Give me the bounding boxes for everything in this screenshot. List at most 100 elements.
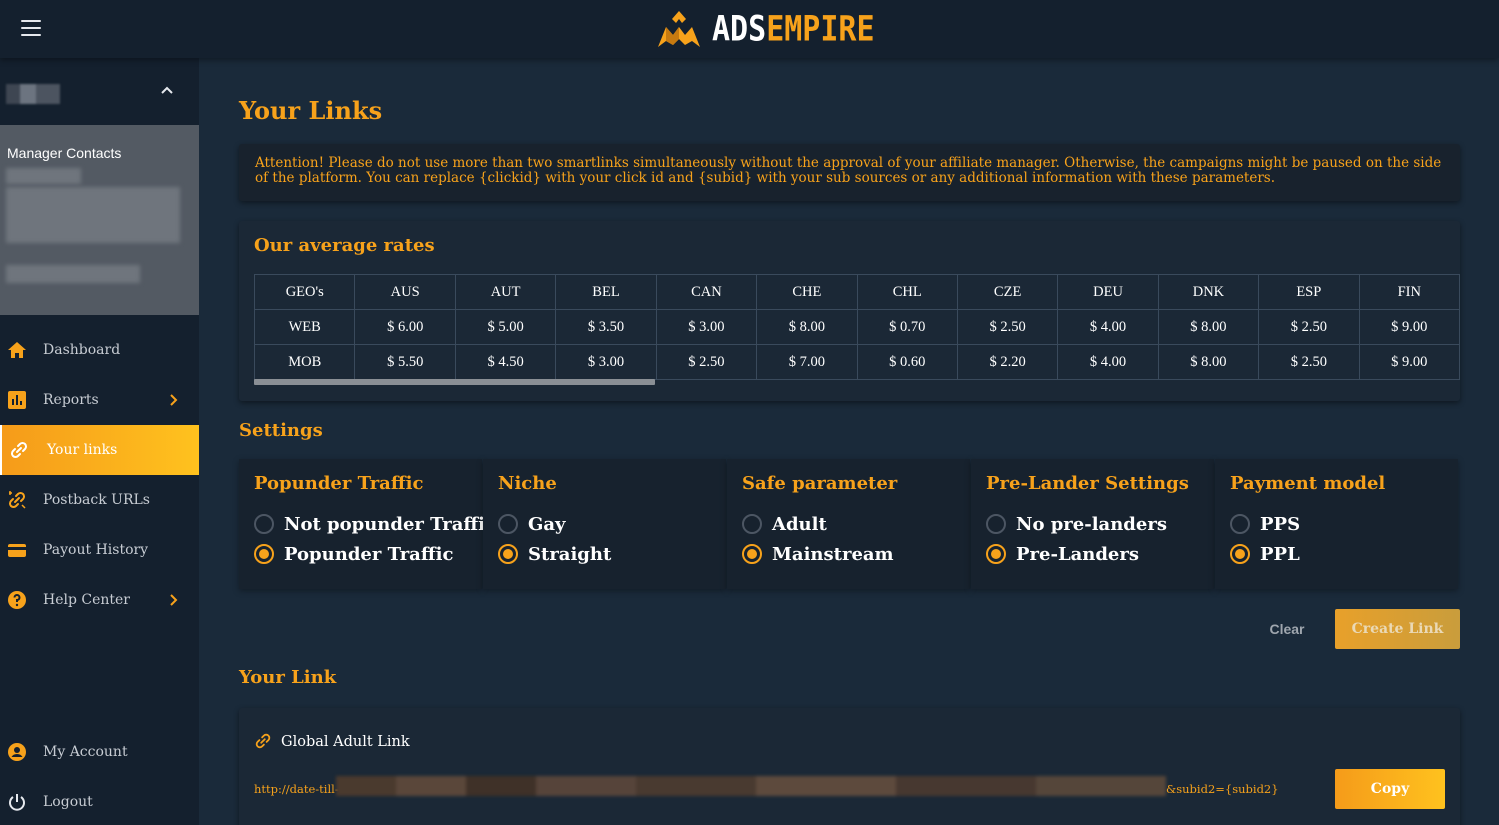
radio-label: PPL [1260,543,1300,565]
table-header-cell: CZE [956,274,1059,310]
radio-button[interactable] [498,514,518,534]
radio-option[interactable]: PPS [1230,513,1300,535]
radio-button[interactable] [1230,544,1250,564]
radio-button[interactable] [986,514,1006,534]
table-cell: $ 0.70 [856,309,958,345]
setting-group-title: Safe parameter [742,473,898,494]
table-header-cell: FIN [1358,274,1461,310]
sidebar: Manager Contacts Dashboard Reports Your … [0,58,199,825]
radio-option[interactable]: Popunder Traffic [254,543,453,565]
table-row: MOB $ 5.50 $ 4.50 $ 3.00 $ 2.50 $ 7.00 $ 0.60 $… [253,344,1461,380]
radio-label: Popunder Traffic [284,543,454,565]
radio-label: Mainstream [772,543,894,565]
radio-option[interactable]: Straight [498,543,611,565]
setting-group: Safe parameter Adult Mainstream [727,459,970,589]
table-cell: MOB [253,344,356,380]
redacted-text [6,265,140,283]
radio-button[interactable] [1230,514,1250,534]
table-header-cell: CAN [655,274,758,310]
power-icon [9,794,25,811]
sidebar-item-reports[interactable]: Reports [0,375,199,425]
table-header-cell: CHE [756,274,858,310]
table-header-cell: CHL [856,274,958,310]
table-cell: $ 2.20 [956,344,1059,380]
postback-icon [8,491,26,509]
logo-icon [658,11,700,47]
menu-icon[interactable] [21,20,41,36]
table-scrollbar[interactable] [254,379,655,385]
radio-option[interactable]: Gay [498,513,566,535]
radio-button[interactable] [742,544,762,564]
radio-button[interactable] [254,544,274,564]
radio-option[interactable]: PPL [1230,543,1300,565]
sidebar-item-dashboard[interactable]: Dashboard [0,325,199,375]
redacted-text [6,187,180,243]
home-icon [8,342,26,358]
table-cell: $ 6.00 [354,309,456,345]
sidebar-item-label: Help Center [43,592,131,608]
table-cell: $ 4.50 [454,344,557,380]
table-cell: $ 9.00 [1358,309,1461,345]
table-cell: $ 3.00 [655,309,758,345]
logo-text-empire: EMPIRE [766,8,875,50]
radio-label: PPS [1260,513,1301,535]
sidebar-item-your-links[interactable]: Your links [0,425,199,475]
table-cell: $ 3.50 [555,309,657,345]
sidebar-item-help-center[interactable]: Help Center [0,575,199,625]
radio-label: Pre-Landers [1016,543,1140,565]
clear-button[interactable]: Clear [1261,620,1313,638]
logo[interactable]: ADSEMPIRE [656,8,875,50]
link-icon [10,441,28,459]
radio-button[interactable] [986,544,1006,564]
redacted-text [6,168,81,184]
top-bar: ADSEMPIRE [0,0,1499,58]
radio-option[interactable]: No pre-landers [986,513,1167,535]
radio-option[interactable]: Pre-Landers [986,543,1139,565]
radio-label: No pre-landers [1016,513,1167,535]
setting-group: Niche Gay Straight [483,459,726,589]
card-icon [8,544,26,557]
account-icon [8,743,26,761]
radio-label: Straight [528,543,612,565]
setting-group-title: Popunder Traffic [254,473,424,494]
logo-text-ads: ADS [712,8,767,50]
link-url-start[interactable]: http://date-till- [254,782,339,796]
radio-button[interactable] [498,544,518,564]
manager-contacts-title: Manager Contacts [7,145,122,161]
rates-card: Our average rates GEO's AUS AUT BEL CAN CHE CH… [239,221,1461,401]
link-card: Global Adult Link http://date-till- &sub… [239,708,1460,825]
create-link-button[interactable]: Create Link [1335,609,1460,649]
sidebar-item-logout[interactable]: Logout [0,777,199,825]
table-cell: $ 8.00 [1157,309,1260,345]
radio-option[interactable]: Adult [742,513,827,535]
sidebar-item-label: My Account [43,744,128,760]
copy-button[interactable]: Copy [1335,769,1445,809]
table-cell: $ 4.00 [1057,344,1159,380]
help-icon [8,591,26,609]
table-cell: $ 2.50 [1258,309,1360,345]
rates-title: Our average rates [254,235,435,256]
link-url-end[interactable]: &subid2={subid2} [1166,782,1279,796]
sidebar-item-label: Your links [47,442,118,458]
setting-group-title: Pre-Lander Settings [986,473,1189,494]
sidebar-item-my-account[interactable]: My Account [0,727,199,777]
radio-button[interactable] [742,514,762,534]
setting-group: Payment model PPS PPL [1215,459,1458,589]
radio-button[interactable] [254,514,274,534]
radio-option[interactable]: Not popunder Traffic [254,513,496,535]
sidebar-item-payout-history[interactable]: Payout History [0,525,199,575]
user-menu[interactable] [0,58,199,125]
table-cell: $ 9.00 [1358,344,1461,380]
table-header-cell: AUS [354,274,456,310]
sidebar-item-label: Postback URLs [43,492,150,508]
table-cell: $ 8.00 [1157,344,1260,380]
setting-group: Pre-Lander Settings No pre-landers Pre-Lan… [971,459,1214,589]
chevron-up-icon[interactable] [158,82,176,100]
radio-option[interactable]: Mainstream [742,543,894,565]
table-header-row: GEO's AUS AUT BEL CAN CHE CHL CZE DEU DNK ESP FIN [253,274,1461,310]
sidebar-item-label: Reports [43,392,99,408]
sidebar-item-postback-urls[interactable]: Postback URLs [0,475,199,525]
manager-contacts: Manager Contacts [0,125,199,315]
table-cell: WEB [253,309,356,345]
table-header-cell: DEU [1057,274,1159,310]
